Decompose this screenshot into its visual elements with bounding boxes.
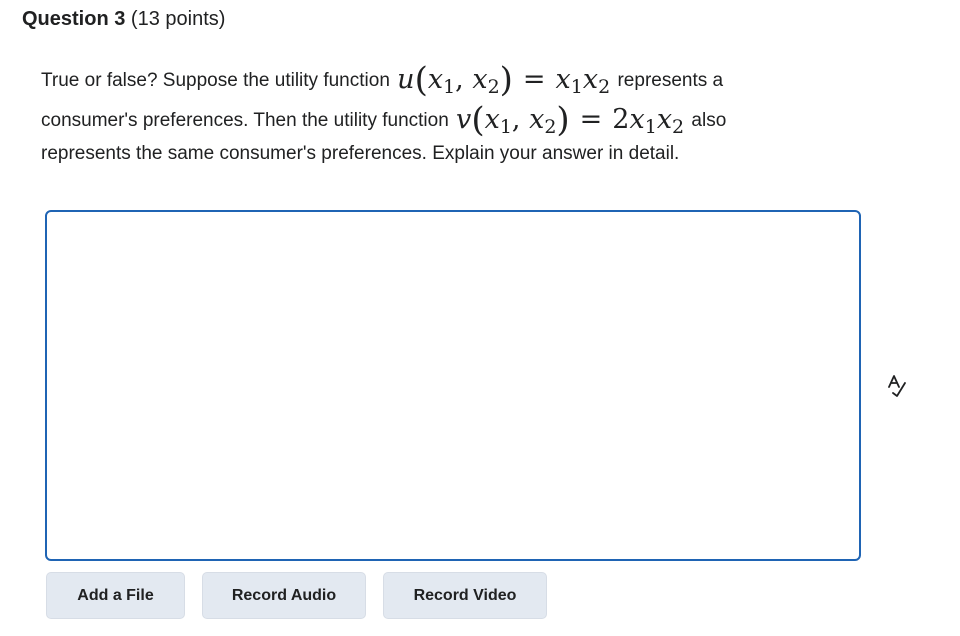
record-audio-button[interactable]: Record Audio xyxy=(202,572,366,619)
question-points: (13 points) xyxy=(125,8,226,30)
answer-textarea[interactable] xyxy=(45,210,861,561)
question-title: Question 3 (13 points) xyxy=(22,6,225,32)
prompt-line-1: True or false? Suppose the utility funct… xyxy=(41,60,724,103)
math-u-definition: u(x1, x2) = x1x2 xyxy=(397,60,611,100)
math-v-definition: v(x1, x2) = 2x1x2 xyxy=(456,100,685,140)
prompt-text: True or false? Suppose the utility funct… xyxy=(41,70,396,91)
spellcheck-icon[interactable] xyxy=(886,373,908,397)
prompt-line-2: consumer's preferences. Then the utility… xyxy=(41,100,727,143)
add-file-button[interactable]: Add a File xyxy=(46,572,185,619)
prompt-line-3: represents the same consumer's preferenc… xyxy=(41,143,680,164)
prompt-text: consumer's preferences. Then the utility… xyxy=(41,110,455,131)
record-video-button[interactable]: Record Video xyxy=(383,572,547,619)
question-label: Question 3 xyxy=(22,8,126,30)
prompt-text: also xyxy=(686,110,727,131)
prompt-text: represents a xyxy=(612,70,724,91)
